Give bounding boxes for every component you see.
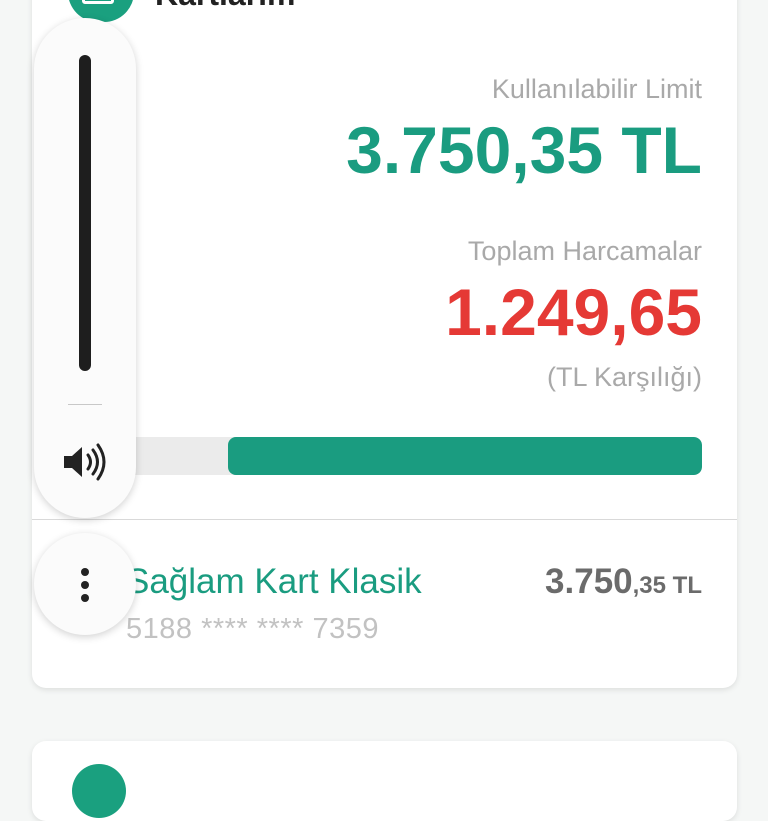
volume-panel: [34, 18, 136, 518]
currency-note: (TL Karşılığı): [546, 362, 702, 392]
more-vertical-icon: [81, 568, 89, 576]
card-name[interactable]: Sağlam Kart Klasik: [126, 562, 422, 602]
volume-slider[interactable]: [79, 55, 91, 371]
total-spending-label: Toplam Harcamalar: [467, 236, 702, 266]
limit-usage-fill: [228, 437, 702, 475]
available-limit-value: 3.750,35 TL: [346, 113, 702, 187]
card-amount: 3.750,35 TL: [545, 562, 702, 602]
more-vertical-icon-dot: [81, 581, 89, 589]
card-amount-decimal: ,35 TL: [632, 572, 702, 599]
next-card-icon: [72, 764, 126, 818]
divider: [32, 519, 737, 520]
next-card[interactable]: [32, 741, 737, 821]
available-limit-label: Kullanılabilir Limit: [491, 74, 702, 104]
volume-separator: [68, 404, 102, 405]
more-vertical-icon-dot: [81, 594, 89, 602]
total-spending-value: 1.249,65: [445, 275, 702, 349]
limit-usage-bar: [110, 437, 702, 475]
card-amount-integer: 3.750: [545, 562, 633, 601]
speaker-volume-icon[interactable]: [60, 442, 110, 482]
page-title: Kartlarım: [155, 0, 296, 13]
more-options-button[interactable]: [34, 533, 136, 635]
card-number: 5188 **** **** 7359: [126, 613, 379, 645]
